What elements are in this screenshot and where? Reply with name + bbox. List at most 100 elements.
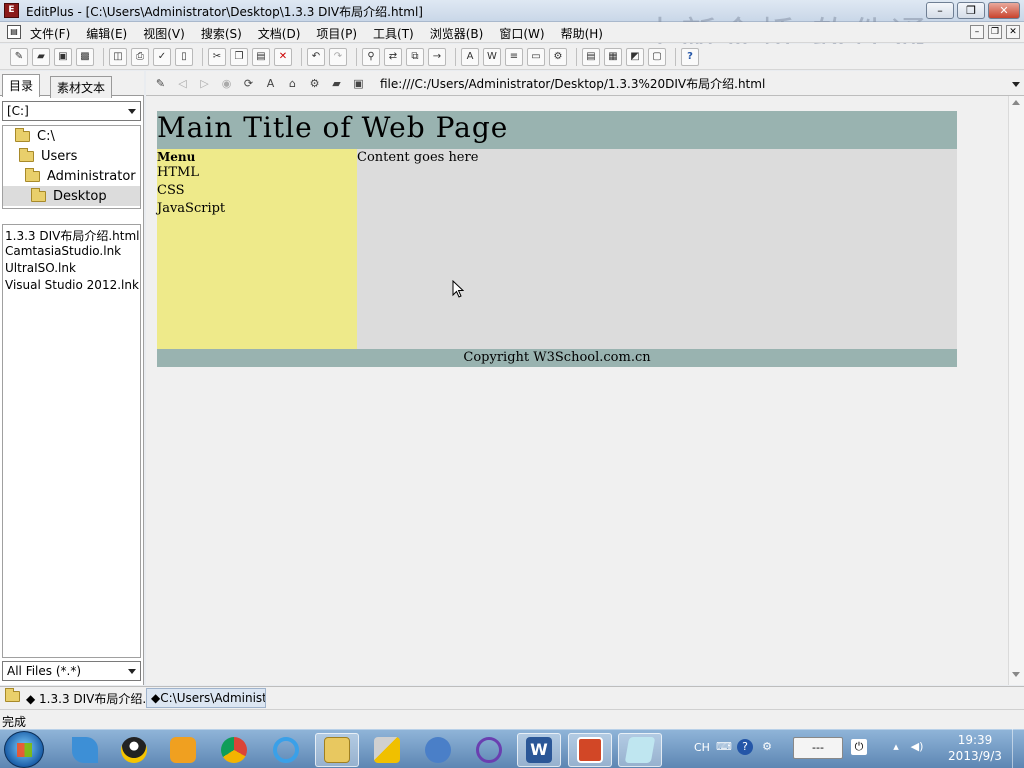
url-field[interactable]: file:///C:/Users/Administrator/Desktop/1… (380, 75, 1000, 92)
find-in-files-icon[interactable]: ⧉ (406, 47, 424, 66)
word-wrap-icon[interactable]: W (483, 47, 501, 66)
browser-view-icon[interactable]: ▦ (604, 47, 622, 66)
save-icon[interactable]: ▣ (54, 47, 72, 66)
help-icon[interactable]: ? (737, 739, 753, 755)
font-icon[interactable]: A (461, 47, 479, 66)
folder-app-icon[interactable] (161, 733, 205, 767)
menu-browser[interactable]: 浏览器(B) (430, 24, 490, 42)
delete-icon[interactable]: ✕ (274, 47, 292, 66)
webpage-content: Content goes here (357, 149, 957, 349)
list-item[interactable]: CamtasiaStudio.lnk (3, 244, 140, 261)
menu-help[interactable]: 帮助(H) (561, 24, 609, 42)
menu-project[interactable]: 项目(P) (316, 24, 363, 42)
tree-item-users[interactable]: Users (3, 146, 140, 166)
directory-icon[interactable]: ▯ (175, 47, 193, 66)
stop-icon[interactable]: ◉ (218, 75, 235, 92)
find-icon[interactable]: ⚲ (362, 47, 380, 66)
editplus-app-icon[interactable]: E (4, 3, 19, 18)
tree-item-administrator[interactable]: Administrator (3, 166, 140, 186)
visualstudio-icon[interactable] (467, 733, 511, 767)
drive-select[interactable]: [C:] (2, 101, 141, 121)
replace-icon[interactable]: ⇄ (384, 47, 402, 66)
list-item[interactable]: UltraISO.lnk (3, 261, 140, 278)
ime-settings-icon[interactable]: ⚙ (759, 739, 775, 755)
back-icon[interactable]: ◁ (174, 75, 191, 92)
redo-icon[interactable]: ↷ (329, 47, 347, 66)
view-list-icon[interactable]: ▤ (582, 47, 600, 66)
keyboard-icon[interactable]: ⌨ (716, 739, 732, 755)
scroll-up-icon[interactable] (1012, 100, 1020, 105)
folder-icon[interactable] (5, 688, 20, 702)
close-button[interactable]: ✕ (988, 2, 1020, 19)
word-icon[interactable]: W (517, 733, 561, 767)
power-plug-icon[interactable]: ⏻ (851, 739, 867, 755)
powerpoint-icon[interactable] (568, 733, 612, 767)
user-icon[interactable] (416, 733, 460, 767)
settings-icon[interactable]: ⚙ (306, 75, 323, 92)
monitor-icon[interactable]: ◩ (626, 47, 644, 66)
pen-icon[interactable]: ✎ (152, 75, 169, 92)
open-folder-icon[interactable]: ▰ (32, 47, 50, 66)
maximize-button[interactable]: ❐ (957, 2, 985, 19)
minimize-button[interactable]: – (926, 2, 954, 19)
refresh-icon[interactable]: ⟳ (240, 75, 257, 92)
chrome-icon[interactable] (212, 733, 256, 767)
new-file-icon[interactable]: ✎ (10, 47, 28, 66)
save-page-icon[interactable]: ▣ (350, 75, 367, 92)
menu-window[interactable]: 窗口(W) (499, 24, 550, 42)
feishu-icon[interactable] (63, 733, 107, 767)
explorer-icon[interactable] (315, 733, 359, 767)
tree-item-c[interactable]: C:\ (3, 126, 140, 146)
menu-file[interactable]: 文件(F) (30, 24, 76, 42)
home-icon[interactable]: ⌂ (284, 75, 301, 92)
show-desktop-button[interactable] (1012, 729, 1024, 768)
spell-check-icon[interactable]: ✓ (153, 47, 171, 66)
language-indicator[interactable]: CH (694, 741, 710, 754)
mdi-close-button[interactable]: ✕ (1006, 25, 1020, 39)
chevron-down-icon[interactable] (1012, 82, 1020, 87)
open-folder-icon[interactable]: ▰ (328, 75, 345, 92)
tab-directory[interactable]: 目录 (2, 74, 41, 97)
options-icon[interactable]: ⚙ (549, 47, 567, 66)
list-item[interactable]: Visual Studio 2012.lnk (3, 278, 140, 295)
clock[interactable]: 19:39 2013/9/3 (942, 732, 1008, 764)
line-number-icon[interactable]: ≡ (505, 47, 523, 66)
document-tab-html[interactable]: ◆ 1.3.3 DIV布局介绍.html (22, 688, 146, 708)
copy-icon[interactable]: ❐ (230, 47, 248, 66)
ie-icon[interactable] (264, 733, 308, 767)
menu-document[interactable]: 文档(D) (258, 24, 307, 42)
tree-item-desktop[interactable]: Desktop (3, 186, 140, 206)
undo-icon[interactable]: ↶ (307, 47, 325, 66)
menu-view[interactable]: 视图(V) (143, 24, 191, 42)
mdi-restore-button[interactable]: ❐ (988, 25, 1002, 39)
show-hidden-icons-icon[interactable]: ▴ (888, 739, 904, 755)
qq-icon[interactable] (112, 733, 156, 767)
font-size-icon[interactable]: A (262, 75, 279, 92)
go-to-line-icon[interactable]: → (428, 47, 446, 66)
scroll-down-icon[interactable] (1012, 672, 1020, 677)
list-item[interactable]: 1.3.3 DIV布局介绍.html (3, 227, 140, 244)
paste-icon[interactable]: ▤ (252, 47, 270, 66)
cut-icon[interactable]: ✂ (208, 47, 226, 66)
vertical-scrollbar[interactable] (1008, 96, 1024, 685)
volume-icon[interactable]: ◀) (909, 739, 925, 755)
tab-cliptext[interactable]: 素材文本 (50, 76, 113, 98)
menu-edit[interactable]: 编辑(E) (86, 24, 133, 42)
document-menu-icon[interactable]: ▤ (7, 25, 21, 39)
mdi-minimize-button[interactable]: – (970, 25, 984, 39)
ime-input-box[interactable]: --- (793, 737, 843, 759)
file-filter-select[interactable]: All Files (*.*) (2, 661, 141, 681)
ruler-icon[interactable]: ▭ (527, 47, 545, 66)
tools-icon[interactable] (365, 733, 409, 767)
forward-icon[interactable]: ▷ (196, 75, 213, 92)
start-button[interactable] (4, 731, 44, 768)
print-icon[interactable]: ⎙ (131, 47, 149, 66)
document-tab-browser[interactable]: ◆C:\Users\Administrator (146, 688, 266, 708)
print-preview-icon[interactable]: ◫ (109, 47, 127, 66)
save-all-icon[interactable]: ▩ (76, 47, 94, 66)
menu-tools[interactable]: 工具(T) (373, 24, 420, 42)
menu-search[interactable]: 搜索(S) (201, 24, 248, 42)
screen-icon[interactable]: ▢ (648, 47, 666, 66)
help-icon[interactable]: ? (681, 47, 699, 66)
notepad-icon[interactable] (618, 733, 662, 767)
